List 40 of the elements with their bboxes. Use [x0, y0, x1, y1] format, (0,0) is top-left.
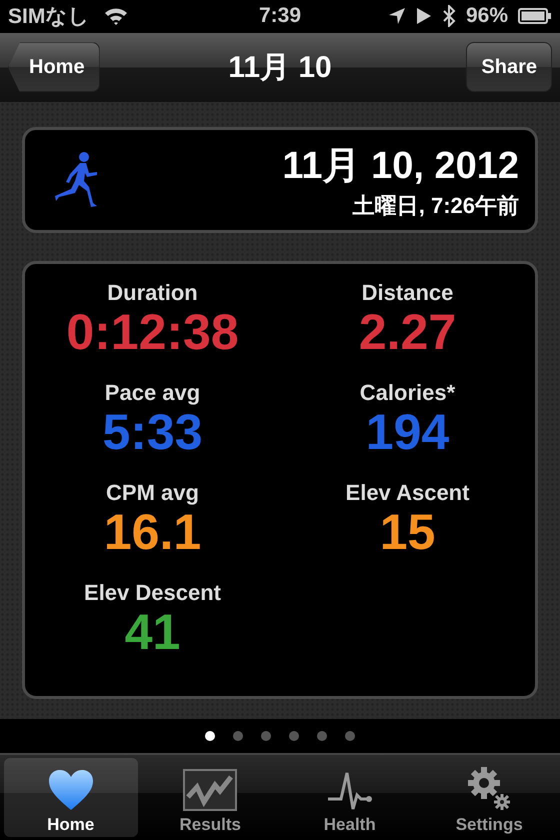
heart-icon — [48, 769, 94, 811]
page-dot[interactable] — [205, 731, 215, 742]
page-dot[interactable] — [345, 731, 355, 742]
share-button[interactable]: Share — [466, 42, 552, 92]
stat-value: 0:12:38 — [66, 306, 239, 359]
stat-label: Pace avg — [104, 380, 200, 406]
stat-value: 15 — [380, 506, 436, 559]
location-icon — [388, 7, 406, 26]
chart-icon — [183, 769, 238, 811]
page-dot[interactable] — [261, 731, 271, 742]
tab[interactable]: Settings — [422, 758, 556, 837]
stat-value: 16.1 — [104, 506, 202, 559]
stat-label: Distance — [362, 280, 454, 306]
page-dot[interactable] — [289, 731, 299, 742]
back-button[interactable]: Home — [8, 42, 100, 92]
wifi-icon — [103, 6, 130, 26]
clock: 7:39 — [258, 4, 302, 28]
stat-value: 2.27 — [358, 306, 456, 359]
carrier-label: SIMなし — [8, 4, 90, 30]
workout-date: 11月 10, 2012 — [282, 144, 519, 189]
workout-time: 土曜日, 7:26午前 — [352, 192, 519, 220]
gears-icon — [466, 765, 512, 811]
battery-label: 96% — [466, 4, 508, 28]
stat-label: Calories* — [360, 380, 456, 406]
stat-value: 194 — [366, 406, 450, 459]
page-dot[interactable] — [317, 731, 327, 742]
play-icon — [416, 7, 432, 26]
stat-label: Elev Descent — [84, 580, 221, 606]
page-dot[interactable] — [233, 731, 243, 742]
stat-label: CPM avg — [106, 480, 199, 506]
stat-value: 41 — [124, 606, 180, 659]
stat-value: 5:33 — [102, 406, 203, 459]
tab[interactable]: Health — [283, 758, 416, 837]
nav-title: 11月 10 — [228, 50, 332, 86]
stat-label: Elev Ascent — [346, 480, 470, 506]
battery-icon — [518, 7, 552, 26]
bluetooth-icon — [442, 5, 456, 28]
tab[interactable]: Home — [4, 758, 138, 837]
stat-label: Duration — [107, 280, 198, 306]
tab[interactable]: Results — [144, 758, 277, 837]
